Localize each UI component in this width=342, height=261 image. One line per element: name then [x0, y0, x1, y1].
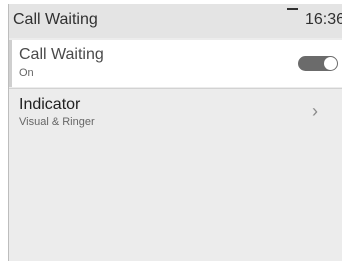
chevron-right-icon: ›	[312, 101, 318, 121]
setting-label: Indicator	[19, 96, 81, 113]
phone-screen: Call Waiting 16:36 Call Waiting On Indic…	[8, 4, 342, 261]
title-bar: Call Waiting 16:36	[9, 4, 342, 38]
setting-row-call-waiting[interactable]: Call Waiting On	[9, 40, 342, 87]
toggle-knob	[324, 57, 337, 70]
page-title: Call Waiting	[13, 11, 98, 28]
signal-dash-icon	[287, 8, 298, 10]
setting-value: Visual & Ringer	[19, 116, 95, 128]
clock: 16:36	[305, 11, 342, 28]
setting-row-indicator[interactable]: Indicator Visual & Ringer ›	[9, 88, 342, 136]
setting-label: Call Waiting	[19, 46, 104, 63]
setting-value: On	[19, 67, 34, 79]
toggle-switch-icon[interactable]	[298, 56, 338, 71]
